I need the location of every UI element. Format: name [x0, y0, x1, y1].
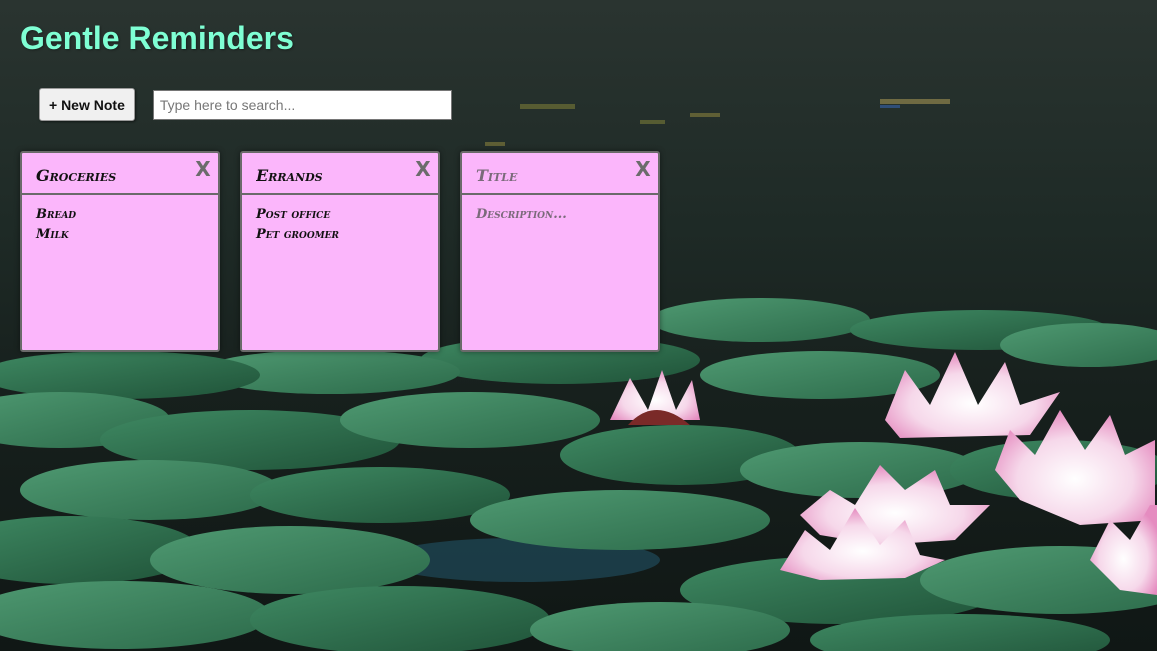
new-note-button[interactable]: + New Note [39, 88, 135, 121]
close-icon[interactable]: X [412, 159, 434, 181]
close-icon[interactable]: X [192, 159, 214, 181]
note-card: X [20, 151, 220, 352]
note-description-input[interactable] [462, 195, 658, 350]
toolbar: + New Note [39, 88, 452, 121]
note-header: X [22, 153, 218, 195]
note-title-input[interactable] [462, 153, 658, 193]
note-header: X [242, 153, 438, 195]
note-title-input[interactable] [242, 153, 438, 193]
close-icon[interactable]: X [632, 159, 654, 181]
note-description-input[interactable] [242, 195, 438, 350]
note-title-input[interactable] [22, 153, 218, 193]
note-header: X [462, 153, 658, 195]
note-card: X [460, 151, 660, 352]
search-input[interactable] [152, 89, 452, 120]
note-description-input[interactable] [22, 195, 218, 350]
note-card: X [240, 151, 440, 352]
notes-list: X X X [20, 151, 660, 352]
app-title: Gentle Reminders [20, 20, 294, 56]
